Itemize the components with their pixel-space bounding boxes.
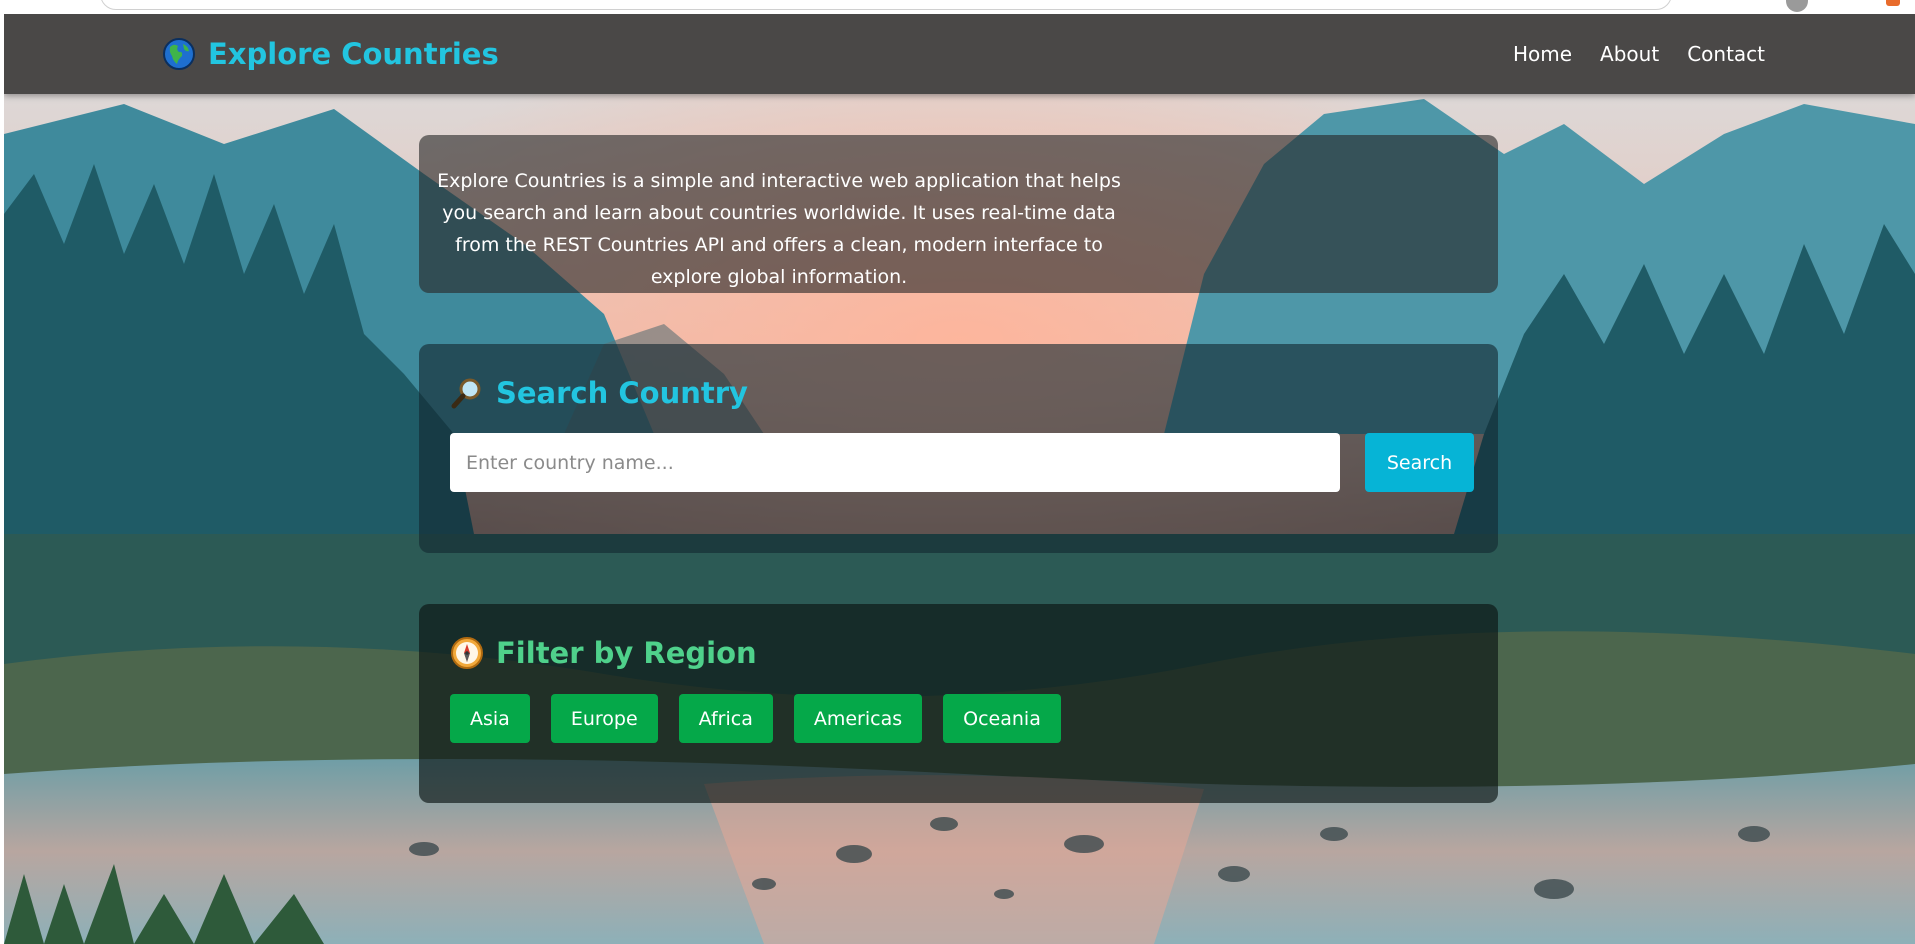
filter-heading: Filter by Region (450, 636, 757, 670)
region-asia-button[interactable]: Asia (450, 694, 530, 743)
search-button[interactable]: Search (1365, 433, 1474, 492)
globe-icon (163, 38, 195, 70)
region-button-group: Asia Europe Africa Americas Oceania (450, 694, 1061, 743)
search-heading: Search Country (450, 376, 748, 410)
browser-toolbar (0, 0, 1915, 14)
region-oceania-button[interactable]: Oceania (943, 694, 1061, 743)
about-description: Explore Countries is a simple and intera… (437, 170, 1121, 288)
nav-about-link[interactable]: About (1600, 42, 1659, 66)
search-card: Search Country Search (419, 344, 1498, 553)
about-card: Explore Countries is a simple and intera… (419, 135, 1498, 293)
compass-icon (451, 637, 483, 669)
address-bar[interactable] (100, 0, 1672, 10)
region-africa-button[interactable]: Africa (678, 694, 773, 743)
magnifier-icon (451, 378, 481, 409)
region-americas-button[interactable]: Americas (793, 694, 923, 743)
site-header: Explore Countries Home About Contact (4, 14, 1915, 94)
brand-title: Explore Countries (208, 37, 499, 71)
region-europe-button[interactable]: Europe (550, 694, 658, 743)
nav-home-link[interactable]: Home (1513, 42, 1572, 66)
page-viewport: Explore Countries Home About Contact Exp… (4, 14, 1915, 944)
nav-contact-link[interactable]: Contact (1687, 42, 1765, 66)
country-search-input[interactable] (450, 433, 1340, 492)
search-title: Search Country (496, 376, 748, 410)
filter-title: Filter by Region (496, 636, 757, 670)
filter-card: Filter by Region Asia Europe Africa Amer… (419, 604, 1498, 803)
extension-icon[interactable] (1886, 0, 1900, 6)
brand[interactable]: Explore Countries (162, 36, 499, 72)
profile-avatar[interactable] (1786, 0, 1808, 12)
main-nav: Home About Contact (1513, 42, 1765, 66)
